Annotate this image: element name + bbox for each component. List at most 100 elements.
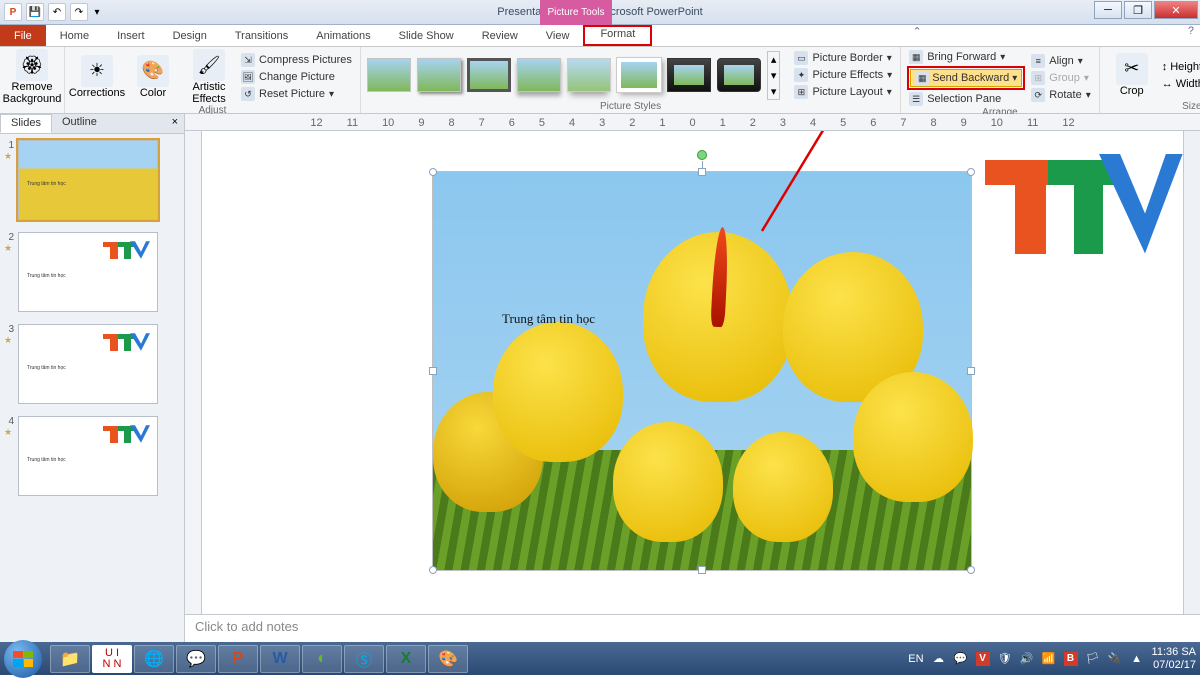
group-arrange: ▦Bring Forward ▾ ▦Send Backward ▾ ☰Selec… (901, 47, 1100, 113)
color-button[interactable]: 🎨Color (127, 55, 179, 100)
selected-picture[interactable] (432, 171, 972, 571)
slide-thumbnail-4[interactable]: Trung tâm tin học (18, 416, 158, 496)
tray-cloud-icon[interactable]: ☁ (932, 652, 946, 666)
horizontal-ruler[interactable]: 1211109876543210123456789101112 (185, 114, 1200, 131)
ribbon-minimize-icon[interactable]: ⌃ (906, 25, 927, 46)
picture-layout-button[interactable]: ⊞Picture Layout ▾ (792, 84, 894, 100)
slide-thumbnail-1[interactable]: Trung tâm tin học (18, 140, 158, 220)
tab-slideshow[interactable]: Slide Show (385, 25, 468, 46)
tab-animations[interactable]: Animations (302, 25, 384, 46)
resize-handle-ne[interactable] (967, 168, 975, 176)
style-thumb-4[interactable] (517, 58, 561, 92)
close-button[interactable]: ✕ (1154, 1, 1198, 19)
group-button[interactable]: ⊞Group ▾ (1029, 70, 1092, 86)
tray-clock[interactable]: 11:36 SA 07/02/17 (1152, 646, 1196, 670)
resize-handle-w[interactable] (429, 367, 437, 375)
picture-styles-gallery[interactable]: ▴▾▾ (367, 51, 781, 100)
style-thumb-7[interactable] (667, 58, 711, 92)
bring-forward-button[interactable]: ▦Bring Forward ▾ (907, 49, 1025, 65)
tab-view[interactable]: View (532, 25, 584, 46)
style-thumb-5[interactable] (567, 58, 611, 92)
group-remove-background: 🏵 Remove Background (0, 47, 65, 113)
resize-handle-se[interactable] (967, 566, 975, 574)
tray-language[interactable]: EN (908, 653, 923, 665)
minimize-button[interactable]: ─ (1094, 1, 1122, 19)
taskbar-word[interactable]: W (260, 645, 300, 673)
panel-close-icon[interactable]: × (166, 114, 184, 133)
style-thumb-1[interactable] (367, 58, 411, 92)
change-picture-button[interactable]: 🖼Change Picture (239, 69, 354, 85)
tab-transitions[interactable]: Transitions (221, 25, 302, 46)
compress-pictures-button[interactable]: ⇲Compress Pictures (239, 52, 354, 68)
picture-effects-button[interactable]: ✦Picture Effects ▾ (792, 67, 894, 83)
taskbar-coccoc[interactable]: ◐ (302, 645, 342, 673)
tray-network-icon[interactable]: 📶 (1042, 652, 1056, 666)
tray-chat-icon[interactable]: 💬 (954, 652, 968, 666)
taskbar-powerpoint[interactable]: P (218, 645, 258, 673)
corrections-button[interactable]: ☀Corrections (71, 55, 123, 100)
rotate-button[interactable]: ⟳Rotate ▾ (1029, 87, 1092, 103)
tray-shield-icon[interactable]: 🛡 (998, 652, 1012, 666)
taskbar-chrome[interactable]: 🌐 (134, 645, 174, 673)
taskbar-skype[interactable]: Ⓢ (344, 645, 384, 673)
rotate-handle[interactable] (697, 150, 707, 160)
reset-picture-button[interactable]: ↺Reset Picture ▾ (239, 86, 354, 102)
undo-icon[interactable]: ↶ (48, 3, 66, 21)
thumbnail-row-1: 1★ Trung tâm tin học (4, 140, 180, 220)
tray-power-icon[interactable]: 🔌 (1108, 652, 1122, 666)
slide-thumbnail-2[interactable]: Trung tâm tin học (18, 232, 158, 312)
resize-handle-n[interactable] (698, 168, 706, 176)
app-icon[interactable]: P (4, 3, 22, 21)
tab-format[interactable]: Format (586, 28, 649, 40)
tray-overflow-icon[interactable]: ▲ (1130, 652, 1144, 666)
style-thumb-3[interactable] (467, 58, 511, 92)
help-icon[interactable]: ? (1182, 25, 1200, 46)
taskbar-zalo[interactable]: 💬 (176, 645, 216, 673)
send-backward-button[interactable]: ▦Send Backward ▾ (910, 69, 1022, 87)
tray-volume-icon[interactable]: 🔊 (1020, 652, 1034, 666)
slide-thumbnail-3[interactable]: Trung tâm tin học (18, 324, 158, 404)
notes-pane[interactable]: Click to add notes (185, 614, 1200, 642)
align-button[interactable]: ≡Align ▾ (1029, 53, 1092, 69)
slide-text[interactable]: Trung tâm tin học (502, 311, 595, 327)
save-icon[interactable]: 💾 (26, 3, 44, 21)
remove-background-button[interactable]: 🏵 Remove Background (6, 49, 58, 105)
picture-border-button[interactable]: ▭Picture Border ▾ (792, 50, 894, 66)
style-thumb-6[interactable] (617, 58, 661, 92)
crop-button[interactable]: ✂Crop (1106, 53, 1158, 98)
logo-picture[interactable] (977, 141, 1183, 266)
tab-insert[interactable]: Insert (103, 25, 159, 46)
slides-tab[interactable]: Slides (0, 114, 52, 133)
width-icon: ↔ (1162, 78, 1173, 90)
style-thumb-8[interactable] (717, 58, 761, 92)
tab-home[interactable]: Home (46, 25, 103, 46)
taskbar-explorer[interactable]: 📁 (50, 645, 90, 673)
resize-handle-s[interactable] (698, 566, 706, 574)
redo-icon[interactable]: ↷ (70, 3, 88, 21)
tab-design[interactable]: Design (159, 25, 221, 46)
tray-flag-icon[interactable]: 🏳 (1086, 652, 1100, 666)
taskbar-excel[interactable]: X (386, 645, 426, 673)
selection-pane-button[interactable]: ☰Selection Pane (907, 91, 1025, 107)
vertical-ruler[interactable] (185, 131, 202, 614)
taskbar-paint[interactable]: 🎨 (428, 645, 468, 673)
vertical-scrollbar[interactable] (1183, 131, 1200, 614)
outline-tab[interactable]: Outline (52, 114, 107, 133)
tab-review[interactable]: Review (468, 25, 532, 46)
slide-canvas[interactable]: Trung tâm tin học (202, 131, 1183, 614)
tray-b-icon[interactable]: B (1064, 652, 1078, 666)
group-label: Group (1049, 72, 1080, 84)
resize-handle-sw[interactable] (429, 566, 437, 574)
style-thumb-2[interactable] (417, 58, 461, 92)
maximize-button[interactable]: ❐ (1124, 1, 1152, 19)
qat-customize-icon[interactable]: ▾ (92, 3, 102, 21)
tab-file[interactable]: File (0, 25, 46, 46)
resize-handle-nw[interactable] (429, 168, 437, 176)
start-button[interactable] (4, 640, 42, 678)
remove-background-icon: 🏵 (16, 49, 48, 81)
gallery-expand[interactable]: ▴▾▾ (767, 51, 781, 100)
tray-v-icon[interactable]: V (976, 652, 990, 666)
resize-handle-e[interactable] (967, 367, 975, 375)
artistic-effects-button[interactable]: 🖌Artistic Effects (183, 49, 235, 105)
taskbar-unikey[interactable]: U IN N (92, 645, 132, 673)
